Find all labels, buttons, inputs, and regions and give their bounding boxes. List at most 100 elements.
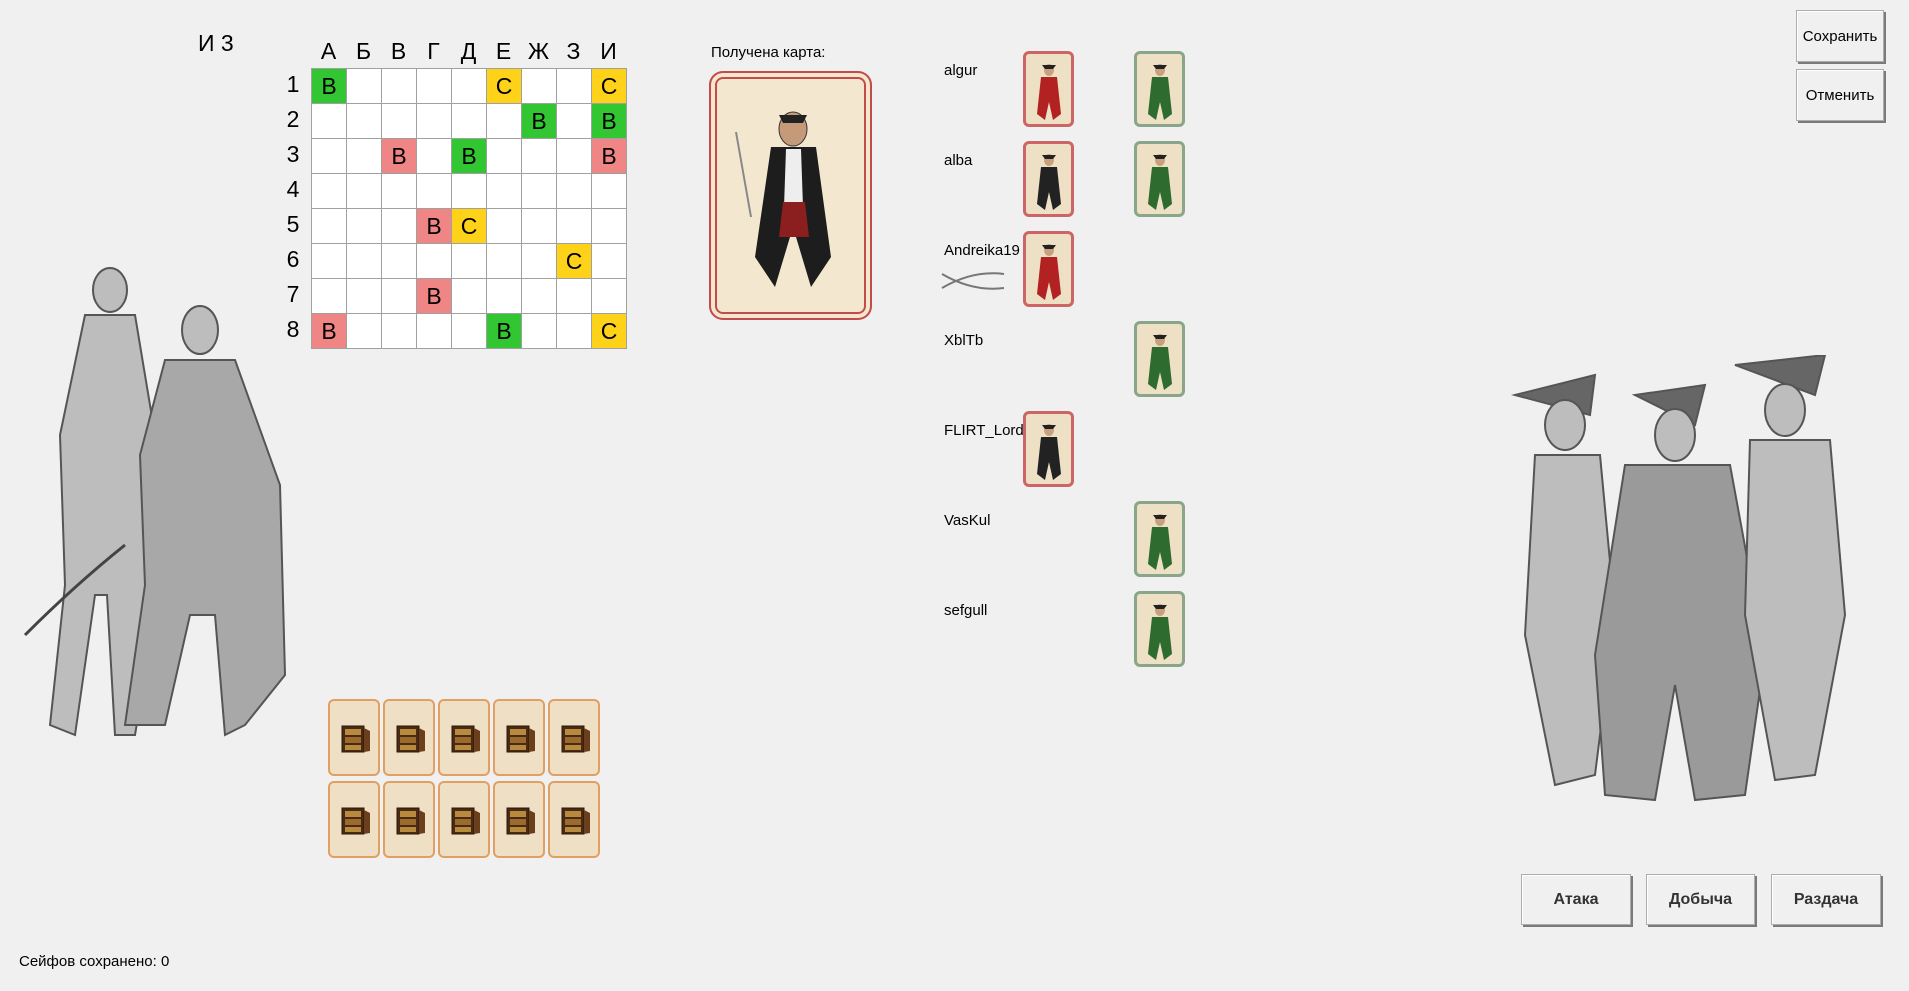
- safe-card[interactable]: [493, 781, 545, 858]
- safe-card[interactable]: [328, 699, 380, 776]
- player-card-right[interactable]: [1134, 51, 1185, 127]
- player-card-left[interactable]: [1023, 411, 1074, 487]
- board-row: ВСС: [311, 68, 627, 104]
- board-cell[interactable]: [381, 103, 417, 139]
- board-cell[interactable]: В: [521, 103, 557, 139]
- board-cell[interactable]: [451, 313, 487, 349]
- board-cell[interactable]: [556, 103, 592, 139]
- board-cell[interactable]: В: [591, 138, 627, 174]
- player-card-right[interactable]: [1134, 141, 1185, 217]
- board-cell[interactable]: [521, 243, 557, 279]
- character-figure-icon: [1147, 154, 1172, 210]
- board-cell[interactable]: [346, 138, 382, 174]
- safe-card[interactable]: [328, 781, 380, 858]
- board-cell[interactable]: [521, 68, 557, 104]
- board-cell[interactable]: [416, 138, 452, 174]
- safe-card[interactable]: [383, 781, 435, 858]
- player-card-right[interactable]: [1134, 321, 1185, 397]
- board-cell[interactable]: В: [311, 313, 347, 349]
- save-button[interactable]: Сохранить: [1796, 10, 1884, 62]
- board-row: С: [311, 243, 627, 279]
- board-cell[interactable]: [416, 173, 452, 209]
- player-card-right[interactable]: [1134, 591, 1185, 667]
- board-cell[interactable]: [521, 138, 557, 174]
- board-cell[interactable]: В: [591, 103, 627, 139]
- safe-card[interactable]: [383, 699, 435, 776]
- safe-card[interactable]: [438, 781, 490, 858]
- player-card-right[interactable]: [1134, 501, 1185, 577]
- board-cell[interactable]: [381, 278, 417, 314]
- board-cell[interactable]: В: [486, 313, 522, 349]
- safe-card[interactable]: [548, 781, 600, 858]
- board-cell[interactable]: [521, 173, 557, 209]
- board-cell[interactable]: [556, 278, 592, 314]
- safe-card[interactable]: [438, 699, 490, 776]
- player-card-left[interactable]: [1023, 51, 1074, 127]
- board-cell[interactable]: [311, 173, 347, 209]
- board-cell[interactable]: [486, 243, 522, 279]
- player-card-left[interactable]: [1023, 141, 1074, 217]
- board-cell[interactable]: [591, 173, 627, 209]
- board-cell[interactable]: [556, 313, 592, 349]
- board-cell[interactable]: [381, 243, 417, 279]
- board-cell[interactable]: [486, 208, 522, 244]
- board-cell[interactable]: [451, 243, 487, 279]
- board-cell[interactable]: [556, 208, 592, 244]
- board-cell[interactable]: [521, 278, 557, 314]
- board-cell[interactable]: [556, 68, 592, 104]
- board-cell[interactable]: С: [486, 68, 522, 104]
- board-cell[interactable]: [311, 138, 347, 174]
- board-cell[interactable]: [486, 173, 522, 209]
- board-cell[interactable]: В: [416, 208, 452, 244]
- board-cell[interactable]: [311, 208, 347, 244]
- board-cell[interactable]: [556, 173, 592, 209]
- board-cell[interactable]: [416, 68, 452, 104]
- board-cell[interactable]: [346, 173, 382, 209]
- board-cell[interactable]: [521, 313, 557, 349]
- board-cell[interactable]: [346, 208, 382, 244]
- board-cell[interactable]: [381, 208, 417, 244]
- board-cell[interactable]: [591, 243, 627, 279]
- board-cell[interactable]: [346, 68, 382, 104]
- board-cell[interactable]: [451, 103, 487, 139]
- board-cell[interactable]: [381, 173, 417, 209]
- board-cell[interactable]: [486, 278, 522, 314]
- board-cell[interactable]: [311, 278, 347, 314]
- board-cell[interactable]: В: [416, 278, 452, 314]
- board-cell[interactable]: В: [381, 138, 417, 174]
- board-cell[interactable]: [416, 243, 452, 279]
- board-cell[interactable]: [381, 68, 417, 104]
- board-cell[interactable]: [346, 243, 382, 279]
- board-cell[interactable]: [451, 278, 487, 314]
- board-cell[interactable]: В: [311, 68, 347, 104]
- board-cell[interactable]: [311, 243, 347, 279]
- player-card-left[interactable]: [1023, 231, 1074, 307]
- board-cell[interactable]: С: [451, 208, 487, 244]
- board-cell[interactable]: [521, 208, 557, 244]
- board-cell[interactable]: [486, 138, 522, 174]
- board-cell[interactable]: [346, 103, 382, 139]
- board-cell[interactable]: [416, 103, 452, 139]
- board-cell[interactable]: В: [451, 138, 487, 174]
- board-cell[interactable]: [451, 68, 487, 104]
- board-cell[interactable]: [346, 278, 382, 314]
- board-cell[interactable]: [416, 313, 452, 349]
- board-cell[interactable]: [591, 208, 627, 244]
- deal-button[interactable]: Раздача: [1771, 874, 1881, 925]
- board-cell[interactable]: [381, 313, 417, 349]
- board-cell[interactable]: С: [591, 313, 627, 349]
- board-cell[interactable]: [451, 173, 487, 209]
- cancel-button[interactable]: Отменить: [1796, 69, 1884, 121]
- attack-button[interactable]: Атака: [1521, 874, 1631, 925]
- board-cell[interactable]: [346, 313, 382, 349]
- board-cell[interactable]: С: [556, 243, 592, 279]
- safe-card[interactable]: [548, 699, 600, 776]
- safe-card[interactable]: [493, 699, 545, 776]
- board-cell[interactable]: [486, 103, 522, 139]
- bookcase-safe-icon: [396, 725, 425, 753]
- loot-button[interactable]: Добыча: [1646, 874, 1755, 925]
- board-cell[interactable]: [311, 103, 347, 139]
- board-cell[interactable]: С: [591, 68, 627, 104]
- board-cell[interactable]: [591, 278, 627, 314]
- board-cell[interactable]: [556, 138, 592, 174]
